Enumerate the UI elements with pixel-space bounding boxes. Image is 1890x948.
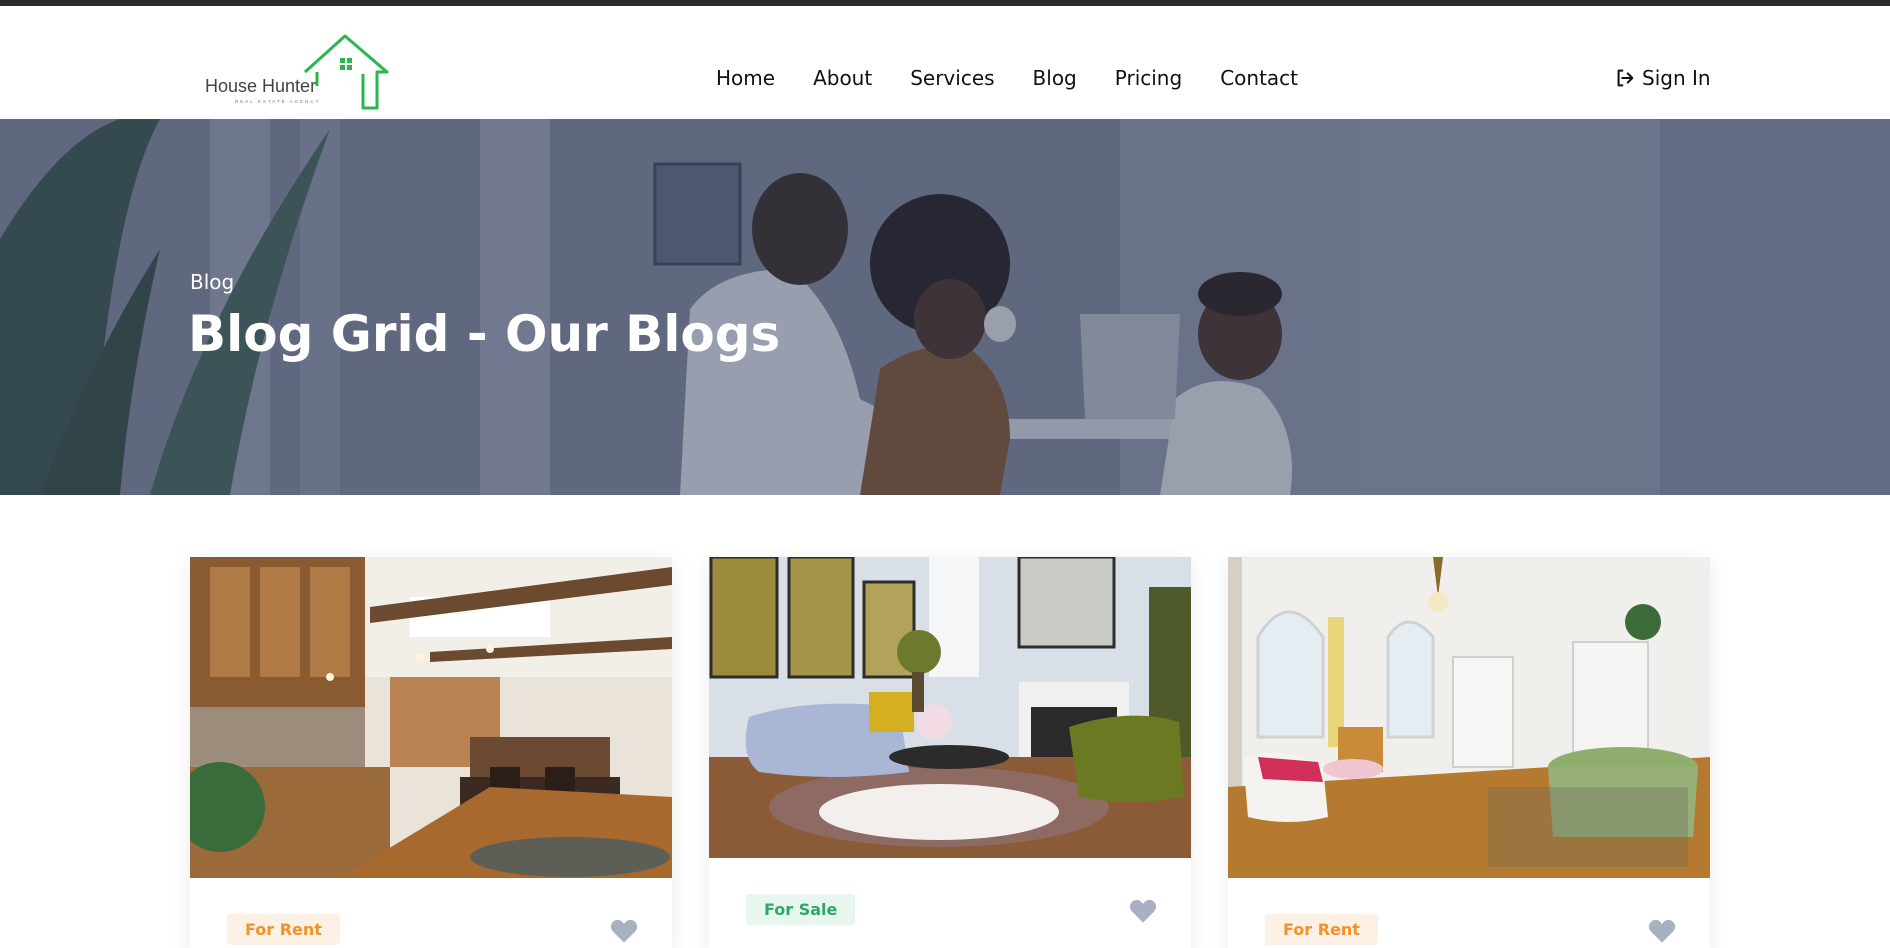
card-image-dining-room[interactable] — [1228, 557, 1710, 878]
breadcrumb[interactable]: Blog — [190, 270, 234, 294]
brand-tagline: REAL ESTATE AGENCY — [235, 99, 321, 104]
heart-icon[interactable] — [1129, 898, 1157, 924]
nav-item-about[interactable]: About — [813, 66, 872, 90]
blog-card[interactable]: For Rent — [1228, 557, 1710, 948]
nav-item-services[interactable]: Services — [910, 66, 994, 90]
brand-name: House Hunter — [205, 76, 317, 96]
status-badge: For Rent — [1265, 914, 1378, 945]
card-image-kitchen[interactable] — [190, 557, 672, 878]
page-hero: Blog Blog Grid - Our Blogs — [0, 119, 1890, 495]
nav-item-pricing[interactable]: Pricing — [1115, 66, 1182, 90]
blog-card[interactable]: For Rent — [190, 557, 672, 948]
heart-icon[interactable] — [610, 918, 638, 944]
sign-in-icon — [1617, 69, 1634, 87]
status-badge: For Rent — [227, 914, 340, 945]
sign-in-button[interactable]: Sign In — [1614, 66, 1711, 90]
sign-in-label: Sign In — [1642, 66, 1711, 90]
page-title: Blog Grid - Our Blogs — [188, 305, 781, 363]
main-nav: Home About Services Blog Pricing Contact — [716, 66, 1298, 90]
nav-item-home[interactable]: Home — [716, 66, 775, 90]
heart-icon[interactable] — [1648, 918, 1676, 944]
card-image-living-room[interactable] — [709, 557, 1191, 858]
nav-item-blog[interactable]: Blog — [1033, 66, 1077, 90]
status-badge: For Sale — [746, 894, 856, 925]
brand-logo[interactable]: House Hunter REAL ESTATE AGENCY — [205, 28, 390, 114]
nav-item-contact[interactable]: Contact — [1220, 66, 1298, 90]
blog-card[interactable]: For Sale — [709, 557, 1191, 948]
site-header: House Hunter REAL ESTATE AGENCY Home Abo… — [0, 6, 1890, 119]
